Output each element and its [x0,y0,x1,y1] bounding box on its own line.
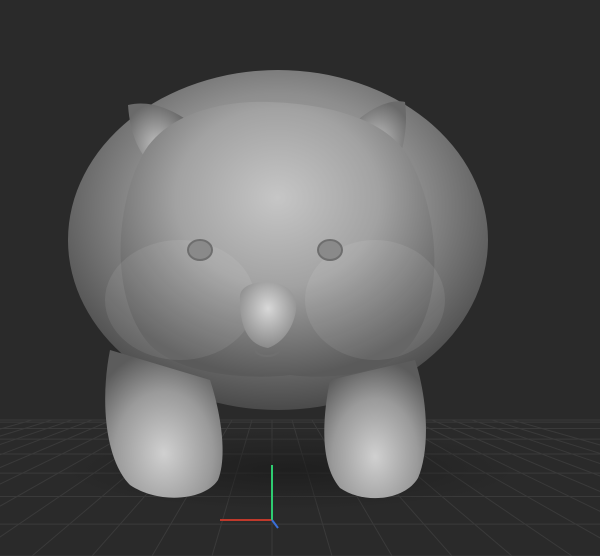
wombat-right-eye [317,239,343,261]
wombat-left-cheek [105,240,255,360]
3d-viewport[interactable] [0,0,600,556]
grid-line [0,419,73,446]
viewport-canvas[interactable] [0,0,600,556]
grid-line [0,419,33,430]
wombat-right-leg [324,360,426,499]
grid-line [0,419,93,456]
grid-line [511,419,600,446]
wombat-left-eye [187,239,213,261]
grid-line [0,419,53,437]
